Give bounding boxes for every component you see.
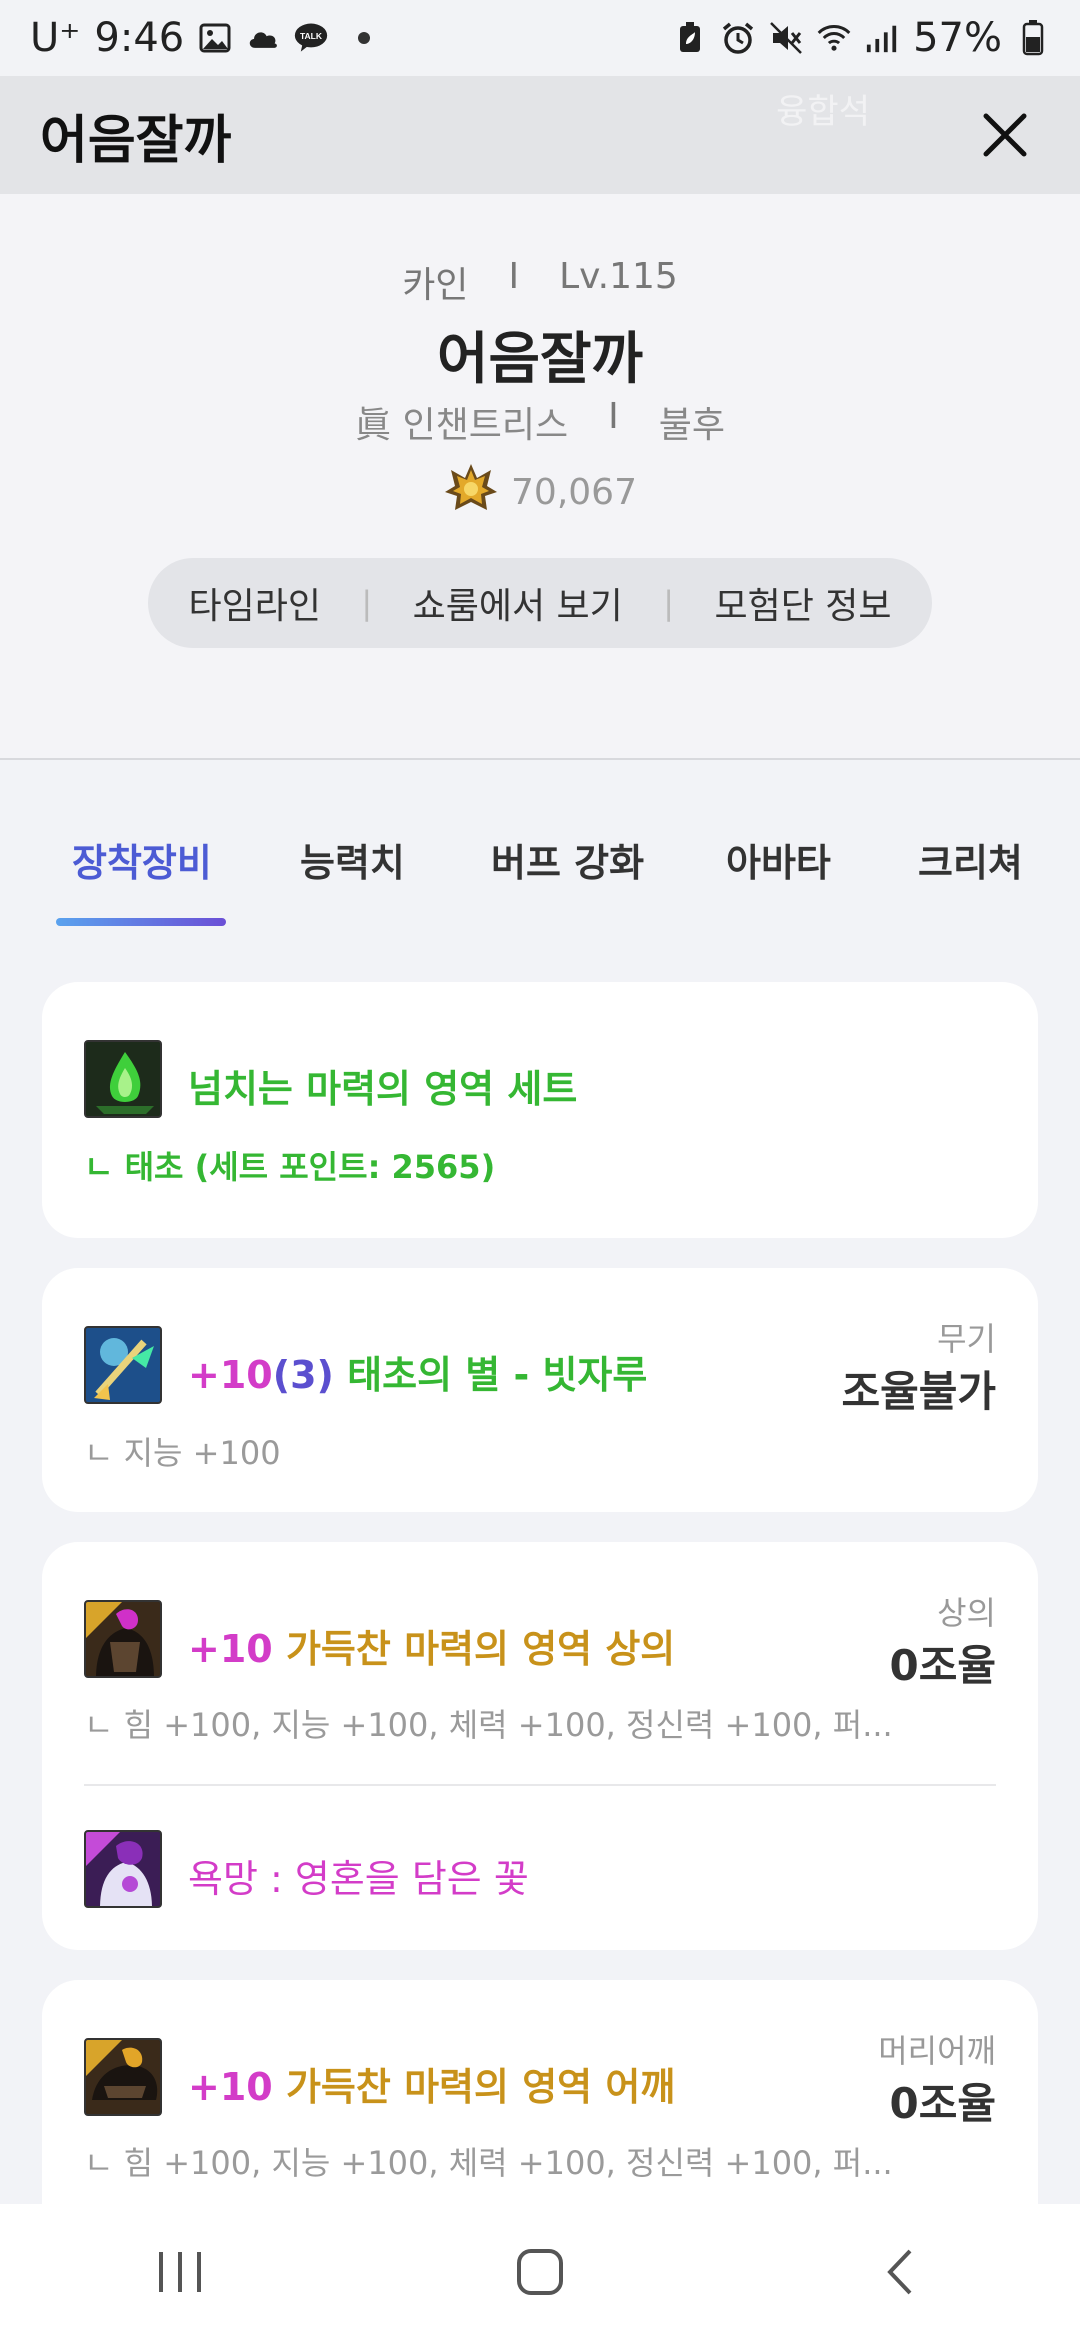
menu-separator: | xyxy=(663,584,675,622)
shoulder-name: 가득찬 마력의 영역 어깨 xyxy=(285,2065,676,2109)
close-icon xyxy=(983,113,1027,157)
enhance-level: +10 xyxy=(188,1353,273,1397)
weapon-card[interactable]: +10(3) 태초의 별 - 빗자루 ㄴ 지능 +100 무기 조율불가 xyxy=(42,1268,1038,1512)
carrier-label: U⁺ xyxy=(30,15,81,61)
shoulder-stat: ㄴ 힘 +100, 지능 +100, 체력 +100, 정신력 +100, 퍼.… xyxy=(84,2144,893,2182)
tab-creature[interactable]: 크리쳐 xyxy=(918,832,1023,887)
slot-label: 상의 xyxy=(937,1594,996,1632)
close-button[interactable] xyxy=(970,100,1040,170)
back-icon xyxy=(887,2249,912,2295)
weapon-item-icon xyxy=(84,1326,162,1404)
fame-score: 70,067 xyxy=(511,472,637,513)
weapon-stat: ㄴ 지능 +100 xyxy=(84,1434,281,1472)
character-profile: 카인 I Lv.115 어음잘까 眞 인챈트리스 I 불후 70,067 타임라… xyxy=(0,194,1080,760)
talk-label: TALK xyxy=(300,31,323,41)
top-stat: ㄴ 힘 +100, 지능 +100, 체력 +100, 정신력 +100, 퍼.… xyxy=(84,1706,893,1744)
tab-buff-enhance[interactable]: 버프 강화 xyxy=(491,832,644,887)
kakaotalk-icon: TALK xyxy=(294,21,328,55)
header-background-text: 융합석 xyxy=(776,92,870,132)
status-bar: U⁺ 9:46 TALK 57% xyxy=(0,0,1080,76)
character-level: Lv.115 xyxy=(559,256,678,297)
top-title: +10 가득찬 마력의 영역 상의 xyxy=(188,1618,675,1673)
profile-menu: 타임라인 | 쇼룸에서 보기 | 모험단 정보 xyxy=(148,558,932,648)
tab-stats[interactable]: 능력치 xyxy=(300,832,405,887)
enhance-level: +10 xyxy=(188,1627,273,1671)
active-tab-indicator xyxy=(56,918,226,926)
adventure-info-link[interactable]: 모험단 정보 xyxy=(714,577,891,629)
battery-saver-icon xyxy=(673,21,707,55)
wifi-icon xyxy=(817,21,851,55)
top-item-icon xyxy=(84,1600,162,1678)
tab-bar: 장착장비 능력치 버프 강화 아바타 크리쳐 xyxy=(0,760,1080,930)
battery-percent: 57% xyxy=(913,15,1002,61)
tab-equipment[interactable]: 장착장비 xyxy=(72,832,212,887)
guild-name: 불후 xyxy=(658,405,725,446)
slot-label: 머리어깨 xyxy=(878,2032,996,2070)
weapon-name: 태초의 별 - 빗자루 xyxy=(347,1353,648,1397)
separator: I xyxy=(508,256,520,297)
tune-status: 0조율 xyxy=(889,1641,996,1690)
notification-dot xyxy=(358,32,371,44)
system-navigation-bar xyxy=(0,2204,1080,2340)
slot-label: 무기 xyxy=(937,1320,996,1358)
card-divider xyxy=(84,1784,996,1786)
fame-score-line: 70,067 xyxy=(0,462,1080,523)
gallery-icon xyxy=(198,21,232,55)
top-armor-card[interactable]: +10 가득찬 마력의 영역 상의 ㄴ 힘 +100, 지능 +100, 체력 … xyxy=(42,1542,1038,1950)
cloud-icon xyxy=(246,21,280,55)
showroom-link[interactable]: 쇼룸에서 보기 xyxy=(413,577,623,629)
recent-apps-button[interactable] xyxy=(120,2222,240,2322)
tune-status: 0조율 xyxy=(889,2079,996,2128)
timeline-link[interactable]: 타임라인 xyxy=(188,577,320,629)
battery-icon xyxy=(1016,20,1050,56)
page-title: 어음잘까 xyxy=(40,110,232,171)
server-name: 카인 xyxy=(402,265,469,306)
set-item-icon xyxy=(84,1040,162,1118)
back-button[interactable] xyxy=(840,2222,960,2322)
alarm-icon xyxy=(721,21,755,55)
clock: 9:46 xyxy=(94,15,185,61)
character-name: 어음잘까 xyxy=(436,327,644,392)
enhance-level: +10 xyxy=(188,2065,273,2109)
menu-separator: | xyxy=(361,584,373,622)
set-detail: ㄴ 태초 (세트 포인트: 2565) xyxy=(84,1148,496,1186)
separator: I xyxy=(608,396,619,437)
shoulder-item-icon xyxy=(84,2038,162,2116)
signal-icon xyxy=(865,21,899,55)
character-job: 眞 인챈트리스 xyxy=(355,405,569,446)
top-name: 가득찬 마력의 영역 상의 xyxy=(285,1627,676,1671)
home-button[interactable] xyxy=(480,2222,600,2322)
header-bar: 융합석 어음잘까 xyxy=(0,76,1080,194)
server-level-line: 카인 I Lv.115 xyxy=(0,256,1080,308)
tab-avatar[interactable]: 아바타 xyxy=(726,832,831,887)
home-icon xyxy=(517,2249,563,2295)
refine-level: (3) xyxy=(272,1353,334,1397)
set-name: 넘치는 마력의 영역 세트 xyxy=(188,1067,578,1111)
weapon-title: +10(3) 태초의 별 - 빗자루 xyxy=(188,1344,647,1399)
emblem-name: 욕망 : 영혼을 담은 꽃 xyxy=(188,1857,529,1901)
mute-icon xyxy=(769,21,803,55)
emblem-item-icon xyxy=(84,1830,162,1908)
set-card[interactable]: 넘치는 마력의 영역 세트 ㄴ 태초 (세트 포인트: 2565) xyxy=(42,982,1038,1238)
recent-apps-icon xyxy=(159,2252,201,2292)
shoulder-title: +10 가득찬 마력의 영역 어깨 xyxy=(188,2056,675,2111)
tune-status: 조율불가 xyxy=(841,1367,996,1416)
job-guild-line: 眞 인챈트리스 I 불후 xyxy=(0,396,1080,448)
fame-icon xyxy=(443,462,499,523)
